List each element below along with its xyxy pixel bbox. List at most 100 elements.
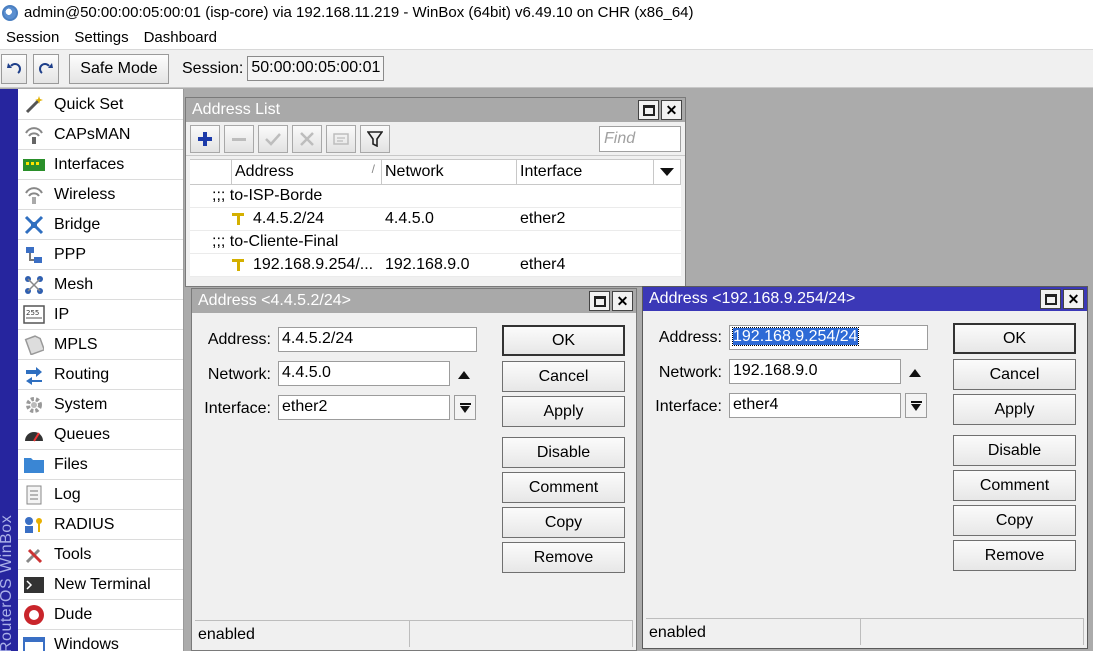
maximize-button[interactable] xyxy=(1040,289,1061,309)
dialog-2-title: Address <192.168.9.254/24> xyxy=(649,290,856,307)
cancel-button[interactable]: Cancel xyxy=(953,359,1076,390)
column-menu-button[interactable] xyxy=(654,160,681,184)
note-icon xyxy=(333,132,349,145)
menu-session[interactable]: Session xyxy=(0,29,68,46)
comment-row[interactable]: ;;; to-ISP-Borde xyxy=(190,185,681,208)
interface-dropdown-button[interactable] xyxy=(905,393,927,418)
redo-icon xyxy=(39,62,53,74)
submenu-arrow-icon xyxy=(163,636,171,651)
ok-button[interactable]: OK xyxy=(502,325,625,356)
sidebar-item-log[interactable]: Log xyxy=(18,480,183,510)
dialog-2-statusbar: enabled xyxy=(646,618,1084,645)
filter-button[interactable] xyxy=(360,124,390,153)
svg-text:255: 255 xyxy=(26,309,39,317)
routing-icon xyxy=(22,364,46,386)
dialog-2-titlebar[interactable]: Address <192.168.9.254/24> ✕ xyxy=(643,287,1087,311)
comment-text: ;;; to-ISP-Borde xyxy=(212,187,323,204)
apply-button[interactable]: Apply xyxy=(502,396,625,427)
status-empty xyxy=(410,621,633,647)
remove-button[interactable]: Remove xyxy=(953,540,1076,571)
maximize-icon xyxy=(642,104,655,116)
table-row[interactable]: 192.168.9.254/... 192.168.9.0 ether4 xyxy=(190,254,681,277)
sidebar-item-mesh[interactable]: Mesh xyxy=(18,270,183,300)
menu-settings[interactable]: Settings xyxy=(68,29,137,46)
menu-dashboard[interactable]: Dashboard xyxy=(138,29,226,46)
disable-button[interactable]: Disable xyxy=(953,435,1076,466)
submenu-arrow-icon xyxy=(163,546,171,562)
menubar: Session Settings Dashboard xyxy=(0,25,1093,50)
address-list-titlebar[interactable]: Address List ✕ xyxy=(186,98,685,122)
sidebar-item-wireless[interactable]: Wireless xyxy=(18,180,183,210)
address-input[interactable]: 4.4.5.2/24 xyxy=(278,327,477,352)
maximize-button[interactable] xyxy=(589,291,610,311)
sidebar-item-ip[interactable]: 255 IP xyxy=(18,300,183,330)
ok-button[interactable]: OK xyxy=(953,323,1076,354)
disable-button[interactable] xyxy=(292,124,322,153)
add-button[interactable] xyxy=(190,124,220,153)
comment-button[interactable]: Comment xyxy=(502,472,625,503)
terminal-icon xyxy=(22,574,46,596)
sidebar-item-ppp[interactable]: PPP xyxy=(18,240,183,270)
close-button[interactable]: ✕ xyxy=(661,100,682,120)
sidebar-item-system[interactable]: System xyxy=(18,390,183,420)
sidebar-item-quick-set[interactable]: Quick Set xyxy=(18,90,183,120)
network-label: Network: xyxy=(207,366,271,383)
cell-network: 4.4.5.0 xyxy=(385,210,434,227)
dropdown-bar-icon xyxy=(910,400,922,403)
comment-row[interactable]: ;;; to-Cliente-Final xyxy=(190,231,681,254)
collapse-arrow-icon[interactable] xyxy=(909,369,921,377)
address-grid: Address / Network Interface ;;; to-ISP-B… xyxy=(190,159,681,277)
check-icon xyxy=(265,132,281,146)
redo-button[interactable] xyxy=(33,53,59,84)
column-network[interactable]: Network xyxy=(382,160,517,184)
sidebar-item-windows[interactable]: Windows xyxy=(18,630,183,651)
comment-button[interactable] xyxy=(326,124,356,153)
undo-button[interactable] xyxy=(1,53,27,84)
remove-button[interactable]: Remove xyxy=(502,542,625,573)
sidebar-item-bridge[interactable]: Bridge xyxy=(18,210,183,240)
maximize-button[interactable] xyxy=(638,100,659,120)
interface-select[interactable]: ether4 xyxy=(729,393,901,418)
close-icon: ✕ xyxy=(616,292,629,309)
sidebar-item-dude[interactable]: Dude xyxy=(18,600,183,630)
address-input[interactable]: 192.168.9.254/24 xyxy=(729,325,928,350)
sidebar-item-label: CAPsMAN xyxy=(54,125,131,143)
close-button[interactable]: ✕ xyxy=(612,291,633,311)
dialog-1-titlebar[interactable]: Address <4.4.5.2/24> ✕ xyxy=(192,289,636,313)
close-button[interactable]: ✕ xyxy=(1063,289,1084,309)
interface-select[interactable]: ether2 xyxy=(278,395,450,420)
copy-button[interactable]: Copy xyxy=(502,507,625,538)
enable-button[interactable] xyxy=(258,124,288,153)
interface-dropdown-button[interactable] xyxy=(454,395,476,420)
remove-button[interactable] xyxy=(224,124,254,153)
sidebar-item-interfaces[interactable]: Interfaces xyxy=(18,150,183,180)
sidebar-item-radius[interactable]: RADIUS xyxy=(18,510,183,540)
sidebar-item-routing[interactable]: Routing xyxy=(18,360,183,390)
table-row[interactable]: 4.4.5.2/24 4.4.5.0 ether2 xyxy=(190,208,681,231)
safe-mode-button[interactable]: Safe Mode xyxy=(69,53,169,84)
sidebar-item-tools[interactable]: Tools xyxy=(18,540,183,570)
column-address[interactable]: Address / xyxy=(232,160,382,184)
sidebar-item-label: Windows xyxy=(54,635,119,651)
apply-button[interactable]: Apply xyxy=(953,394,1076,425)
sidebar-item-new-terminal[interactable]: New Terminal xyxy=(18,570,183,600)
sidebar-item-label: Log xyxy=(54,485,81,503)
gear-icon xyxy=(22,394,46,416)
sidebar-item-capsman[interactable]: CAPsMAN xyxy=(18,120,183,150)
sidebar-item-queues[interactable]: Queues xyxy=(18,420,183,450)
maximize-icon xyxy=(593,295,606,307)
grid-header: Address / Network Interface xyxy=(190,159,681,185)
comment-button[interactable]: Comment xyxy=(953,470,1076,501)
network-input[interactable]: 4.4.5.0 xyxy=(278,361,450,386)
interfaces-icon xyxy=(22,154,46,176)
cancel-button[interactable]: Cancel xyxy=(502,361,625,392)
column-interface[interactable]: Interface xyxy=(517,160,654,184)
find-input[interactable]: Find xyxy=(599,126,681,152)
sidebar-item-mpls[interactable]: MPLS xyxy=(18,330,183,360)
collapse-arrow-icon[interactable] xyxy=(458,371,470,379)
submenu-arrow-icon xyxy=(163,336,171,352)
disable-button[interactable]: Disable xyxy=(502,437,625,468)
network-input[interactable]: 192.168.9.0 xyxy=(729,359,901,384)
sidebar-item-files[interactable]: Files xyxy=(18,450,183,480)
copy-button[interactable]: Copy xyxy=(953,505,1076,536)
